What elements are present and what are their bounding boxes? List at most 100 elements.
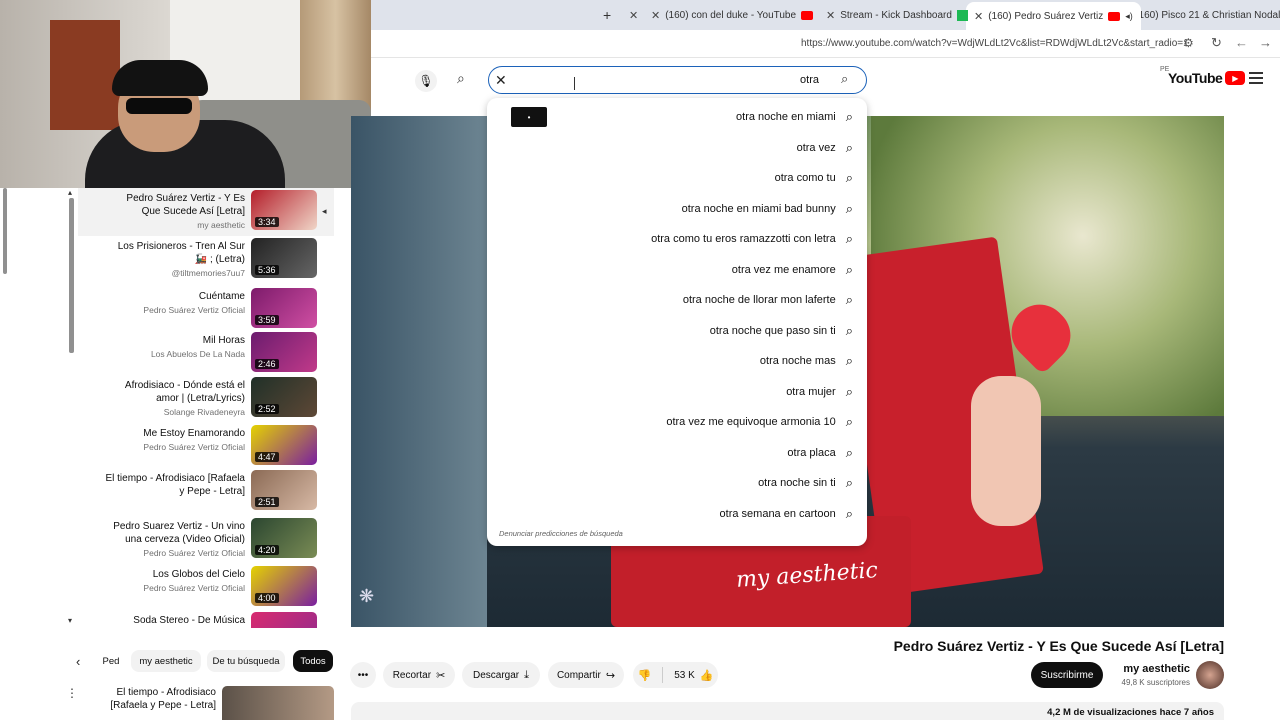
- suggestion-item[interactable]: otra vez ⌕: [797, 138, 853, 158]
- forward-icon[interactable]: ←: [1235, 35, 1248, 50]
- playlist-item-channel: Pedro Suárez Vertiz Oficial: [143, 442, 245, 452]
- suggestion-item[interactable]: otra noche en miami ⌕: [736, 107, 853, 127]
- playlist-thumbnail[interactable]: 3:34: [251, 190, 317, 230]
- playlist-scrollbar[interactable]: [69, 198, 74, 353]
- next-video-thumbnail[interactable]: [222, 686, 334, 720]
- tab-label: Stream - Kick Dashboard: [840, 9, 952, 21]
- channel-avatar[interactable]: [1196, 661, 1224, 689]
- webcam-overlay: [0, 0, 371, 188]
- suggestion-item[interactable]: otra vez me equivoque armonia 10 ⌕: [666, 412, 853, 432]
- like-icon[interactable]: 👍: [700, 669, 714, 682]
- tab-close-icon[interactable]: ✕: [974, 10, 983, 23]
- tab-1[interactable]: ✕ (160) Pisco 21 & Christian Nodal: [1121, 4, 1280, 26]
- search-icon[interactable]: ⌕: [457, 70, 465, 87]
- outer-scrollbar[interactable]: [3, 188, 7, 274]
- download-label: Descargar: [472, 669, 520, 681]
- dislike-icon[interactable]: 👎: [638, 669, 652, 682]
- playlist-thumbnail[interactable]: 2:51: [251, 470, 317, 510]
- suggestion-item[interactable]: otra como tu eros ramazzotti con letra ⌕: [651, 229, 853, 249]
- suggestion-text: otra noche que paso sin ti: [709, 324, 836, 337]
- url-field[interactable]: https://www.youtube.com/watch?v=WdjWLdLt…: [801, 38, 1189, 49]
- playlist-thumbnail[interactable]: 5:36: [251, 238, 317, 278]
- playlist-item-title: Pedro Suarez Vertiz - Un vino una cervez…: [113, 521, 245, 545]
- chip-de-tu-busqueda[interactable]: De tu búsqueda: [207, 650, 285, 672]
- share-icon: ↪: [605, 669, 616, 682]
- suggestion-item[interactable]: otra como tu ⌕: [775, 168, 853, 188]
- channel-name[interactable]: my aesthetic: [1110, 663, 1190, 675]
- tab-close-icon[interactable]: ✕: [629, 4, 638, 26]
- suggestion-item[interactable]: otra noche mas ⌕: [760, 351, 853, 371]
- suggestion-item[interactable]: otra noche que paso sin ti ⌕: [710, 321, 853, 341]
- share-button[interactable]: Compartir ↪: [548, 662, 624, 688]
- description-box[interactable]: 4,2 M de visualizaciones hace 7 años: [351, 702, 1224, 720]
- playlist-item[interactable]: Soda Stereo - De Música Ligera: [80, 612, 320, 628]
- back-icon[interactable]: →: [1259, 35, 1272, 50]
- kick-favicon-icon: [956, 9, 968, 21]
- suggestion-item[interactable]: otra noche de llorar mon laferte ⌕: [683, 290, 853, 310]
- playlist-thumbnail[interactable]: [251, 612, 317, 628]
- suggestion-item[interactable]: otra vez me enamore ⌕: [732, 260, 853, 280]
- like-count[interactable]: 53 K: [674, 670, 695, 681]
- suggestion-item[interactable]: otra noche en miami bad bunny ⌕: [682, 199, 853, 219]
- tab-4[interactable]: ✕ (160) con del duke - YouTube: [651, 4, 814, 26]
- tab-2-active[interactable]: ✕ (160) Pedro Suárez Vertiz ◂): [966, 2, 1141, 30]
- suggestion-item[interactable]: otra semana en cartoon ⌕: [720, 504, 853, 524]
- reload-icon[interactable]: ↻: [1211, 35, 1222, 51]
- tab-3[interactable]: ✕ Stream - Kick Dashboard: [826, 4, 968, 26]
- playlist-item[interactable]: 5:36 Los Prisioneros - Tren Al Sur 🚂 ; (L…: [80, 238, 320, 282]
- menu-icon[interactable]: [1249, 72, 1263, 84]
- playlist-thumbnail[interactable]: 2:52: [251, 377, 317, 417]
- playlist-thumbnail[interactable]: 4:00: [251, 566, 317, 606]
- scroll-down-icon[interactable]: ▾: [68, 616, 72, 625]
- subscribe-button[interactable]: Suscribirme: [1031, 662, 1103, 688]
- search-input[interactable]: [519, 71, 819, 89]
- playlist-item[interactable]: 4:20 Pedro Suarez Vertiz - Un vino una ce…: [80, 518, 320, 562]
- search-box[interactable]: ✕ ⌕: [488, 66, 867, 94]
- download-button[interactable]: Descargar ⤓: [462, 662, 540, 688]
- new-tab-button[interactable]: +: [603, 4, 611, 26]
- chip-my-aesthetic[interactable]: my aesthetic: [131, 650, 201, 672]
- playlist-thumbnail[interactable]: 2:46: [251, 332, 317, 372]
- more-options-icon[interactable]: ⋮: [66, 686, 78, 700]
- clip-button[interactable]: Recortar ✂: [383, 662, 455, 688]
- chip-ped[interactable]: Ped: [100, 650, 122, 672]
- playlist-item-channel: Pedro Suárez Vertiz Oficial: [143, 305, 245, 315]
- playlist-item[interactable]: 2:51 El tiempo - Afrodisiaco [Rafaela y P…: [80, 470, 320, 514]
- playlist-item[interactable]: 4:00 Los Globos del Cielo Pedro Suárez Ver…: [80, 566, 320, 610]
- suggestion-text: otra noche mas: [759, 355, 836, 367]
- youtube-favicon-icon: [1108, 11, 1121, 21]
- browser-tab-strip: ✕ (160) Pisco 21 & Christian Nodal ✕ (16…: [371, 0, 1280, 30]
- playlist-thumbnail[interactable]: 4:47: [251, 425, 317, 465]
- suggestion-item[interactable]: otra mujer ⌕: [786, 382, 853, 402]
- clear-search-icon[interactable]: ✕: [495, 72, 507, 89]
- suggestion-item[interactable]: otra noche sin ti ⌕: [758, 473, 853, 493]
- playlist-thumbnail[interactable]: 4:20: [251, 518, 317, 558]
- audio-icon[interactable]: ◂): [1125, 11, 1133, 22]
- suggestion-text: otra vez me equivoque armonia 10: [666, 416, 836, 428]
- playlist-item[interactable]: 3:59 Cuéntame Pedro Suárez Vertiz Oficial: [80, 288, 320, 332]
- playlist-thumbnail[interactable]: 3:59: [251, 288, 317, 328]
- report-predictions-link[interactable]: Denunciar predicciones de búsqueda: [499, 529, 623, 538]
- tune-icon[interactable]: ⚙: [1183, 36, 1194, 50]
- youtube-logo[interactable]: YouTube ▶: [1168, 70, 1246, 86]
- tab-close-icon[interactable]: ✕: [826, 9, 835, 22]
- mic-icon[interactable]: 🎙: [415, 70, 437, 92]
- chips-scroll-left-icon[interactable]: ‹: [76, 654, 80, 669]
- playlist-item[interactable]: 2:46 Mil Horas Los Abuelos De La Nada: [80, 332, 320, 376]
- subscriber-count: 49,8 K suscriptores: [1121, 678, 1190, 687]
- playlist-item[interactable]: 4:47 Me Estoy Enamorando Pedro Suárez Vert…: [80, 425, 320, 469]
- suggestion-item[interactable]: otra placa ⌕: [787, 443, 853, 463]
- download-icon: ⤓: [524, 668, 529, 681]
- tab-close-icon[interactable]: ✕: [651, 9, 660, 22]
- playlist-item-title: Afrodisiaco - Dónde está el amor | (Letr…: [124, 380, 245, 404]
- chip-todos[interactable]: Todos: [293, 650, 333, 672]
- search-icon: ⌕: [845, 444, 853, 460]
- tab-label: (160) con del duke - YouTube: [665, 9, 797, 21]
- video-preview-thumbnail[interactable]: •: [511, 107, 547, 127]
- more-actions-button[interactable]: •••: [350, 662, 376, 688]
- playlist-item[interactable]: 2:52 Afrodisiaco - Dónde está el amor | (…: [80, 377, 320, 421]
- playlist-item[interactable]: 3:34 Pedro Suárez Vertiz - Y Es Que Suced…: [80, 190, 320, 234]
- duration-badge: 5:36: [255, 265, 279, 275]
- scroll-up-icon[interactable]: ▴: [68, 188, 72, 197]
- next-video-title[interactable]: El tiempo - Afrodisiaco [Rafaela y Pepe …: [80, 686, 216, 712]
